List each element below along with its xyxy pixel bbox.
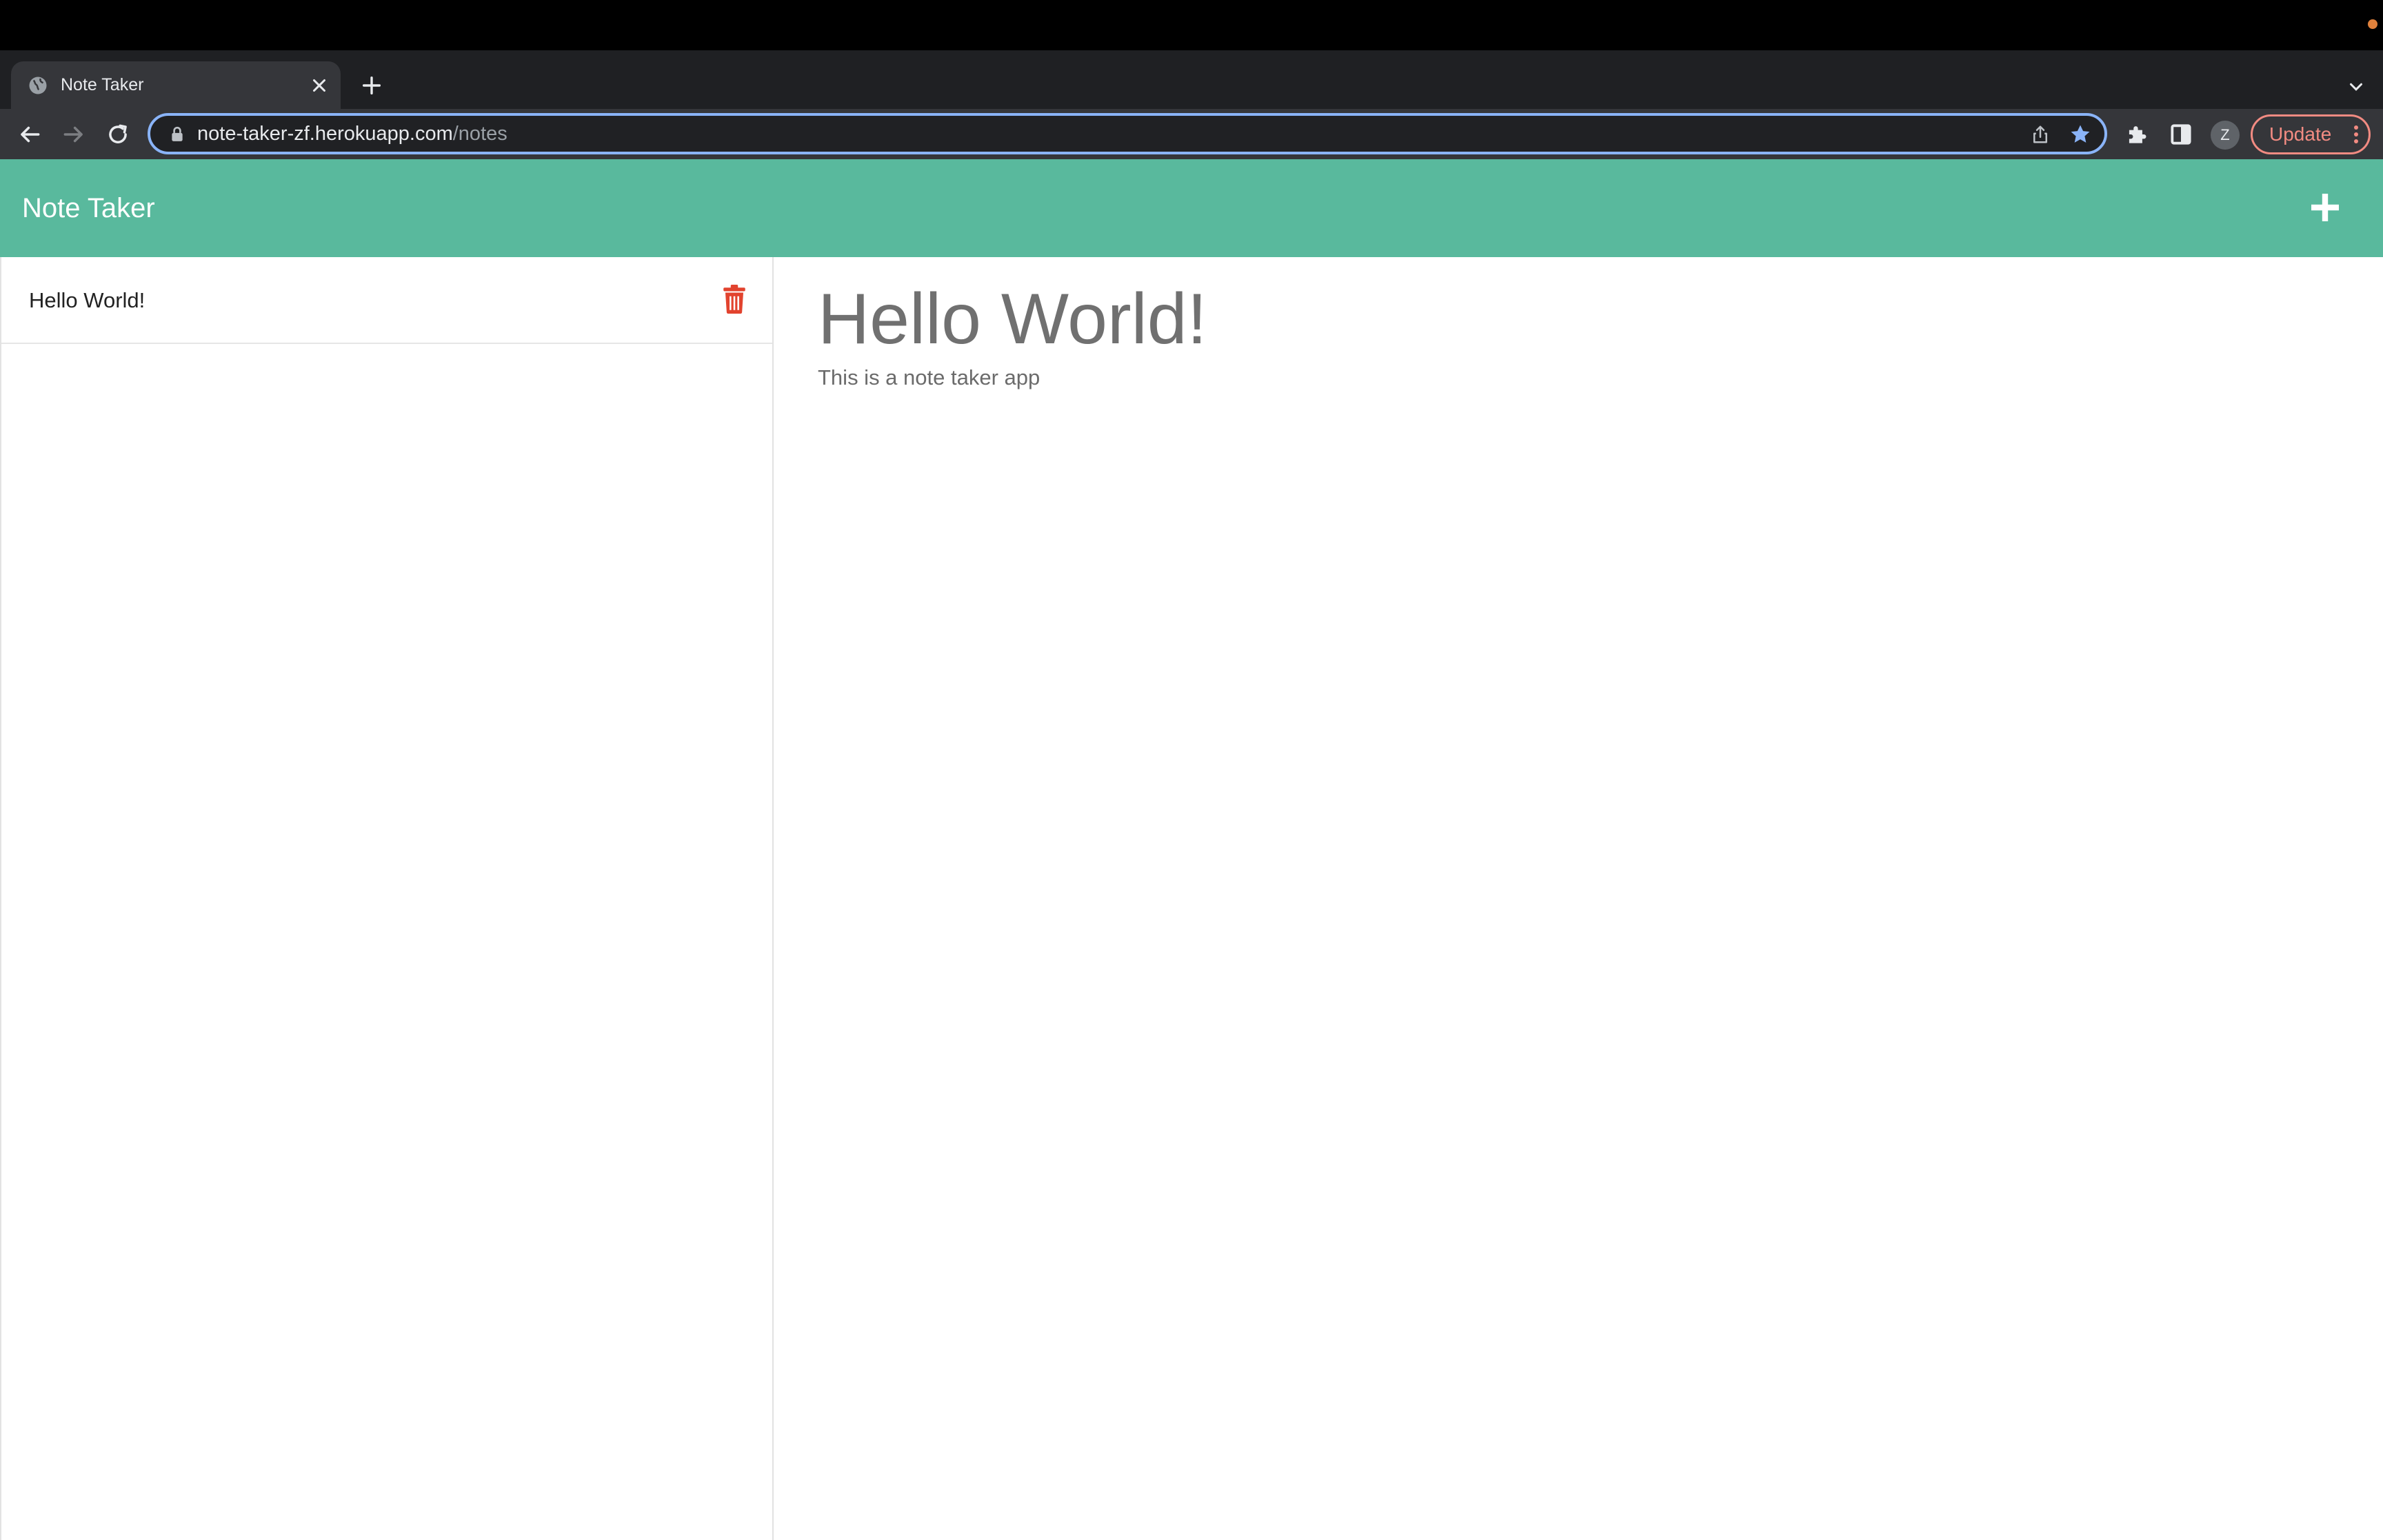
- chevron-down-icon[interactable]: [2346, 77, 2366, 97]
- note-text[interactable]: This is a note taker app: [818, 361, 1040, 395]
- kebab-menu-icon[interactable]: [2353, 125, 2359, 144]
- browser-tab-strip: Note Taker: [0, 50, 2383, 109]
- url-path: /notes: [452, 123, 507, 145]
- side-panel-icon[interactable]: [2168, 121, 2194, 148]
- browser-toolbar: note-taker-zf.herokuapp.com/notes Z Upda…: [0, 109, 2383, 159]
- plus-icon[interactable]: [2309, 191, 2342, 224]
- app-brand[interactable]: Note Taker: [22, 159, 155, 257]
- extensions-puzzle-icon[interactable]: [2124, 121, 2150, 148]
- notes-list: Hello World!: [0, 257, 774, 1540]
- globe-icon: [29, 77, 47, 94]
- app-navbar: Note Taker: [0, 159, 2383, 257]
- reload-icon[interactable]: [105, 121, 131, 148]
- os-menu-bar: [0, 0, 2383, 50]
- url-text[interactable]: note-taker-zf.herokuapp.com/notes: [197, 116, 507, 152]
- close-icon[interactable]: [309, 75, 330, 96]
- address-bar[interactable]: note-taker-zf.herokuapp.com/notes: [148, 113, 2107, 154]
- forward-arrow-icon[interactable]: [61, 121, 87, 148]
- tab-title: Note Taker: [61, 75, 144, 94]
- note-list-title: Hello World!: [29, 288, 145, 312]
- back-arrow-icon[interactable]: [17, 121, 43, 148]
- list-item[interactable]: Hello World!: [1, 257, 772, 344]
- lock-icon[interactable]: [170, 126, 185, 143]
- recording-indicator: [2368, 19, 2377, 29]
- profile-avatar[interactable]: Z: [2211, 121, 2240, 150]
- new-tab-icon[interactable]: [360, 74, 383, 97]
- update-label: Update: [2269, 123, 2332, 145]
- bookmark-star-icon[interactable]: [2069, 123, 2092, 146]
- note-title[interactable]: Hello World!: [818, 271, 1207, 367]
- browser-tab[interactable]: Note Taker: [11, 61, 341, 109]
- update-button[interactable]: Update: [2251, 114, 2371, 154]
- url-host: note-taker-zf.herokuapp.com: [197, 123, 453, 145]
- note-editor: Hello World! This is a note taker app: [774, 257, 2383, 1540]
- share-icon[interactable]: [2030, 124, 2051, 145]
- trash-icon[interactable]: [723, 285, 746, 314]
